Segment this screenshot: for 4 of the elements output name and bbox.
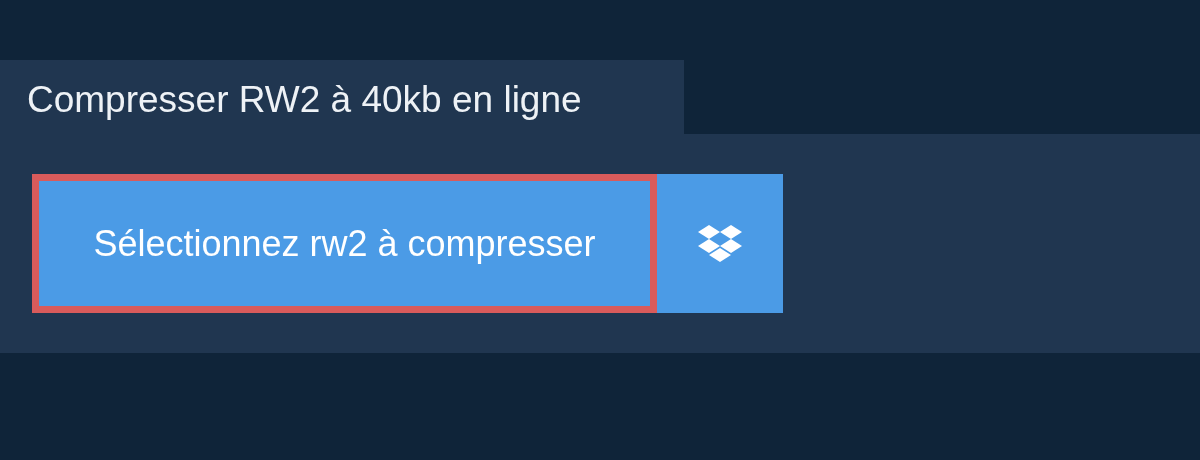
tab-title: Compresser RW2 à 40kb en ligne: [0, 60, 684, 134]
select-file-button[interactable]: Sélectionnez rw2 à compresser: [32, 174, 657, 313]
dropbox-icon: [698, 224, 742, 263]
dropbox-button[interactable]: [657, 174, 783, 313]
